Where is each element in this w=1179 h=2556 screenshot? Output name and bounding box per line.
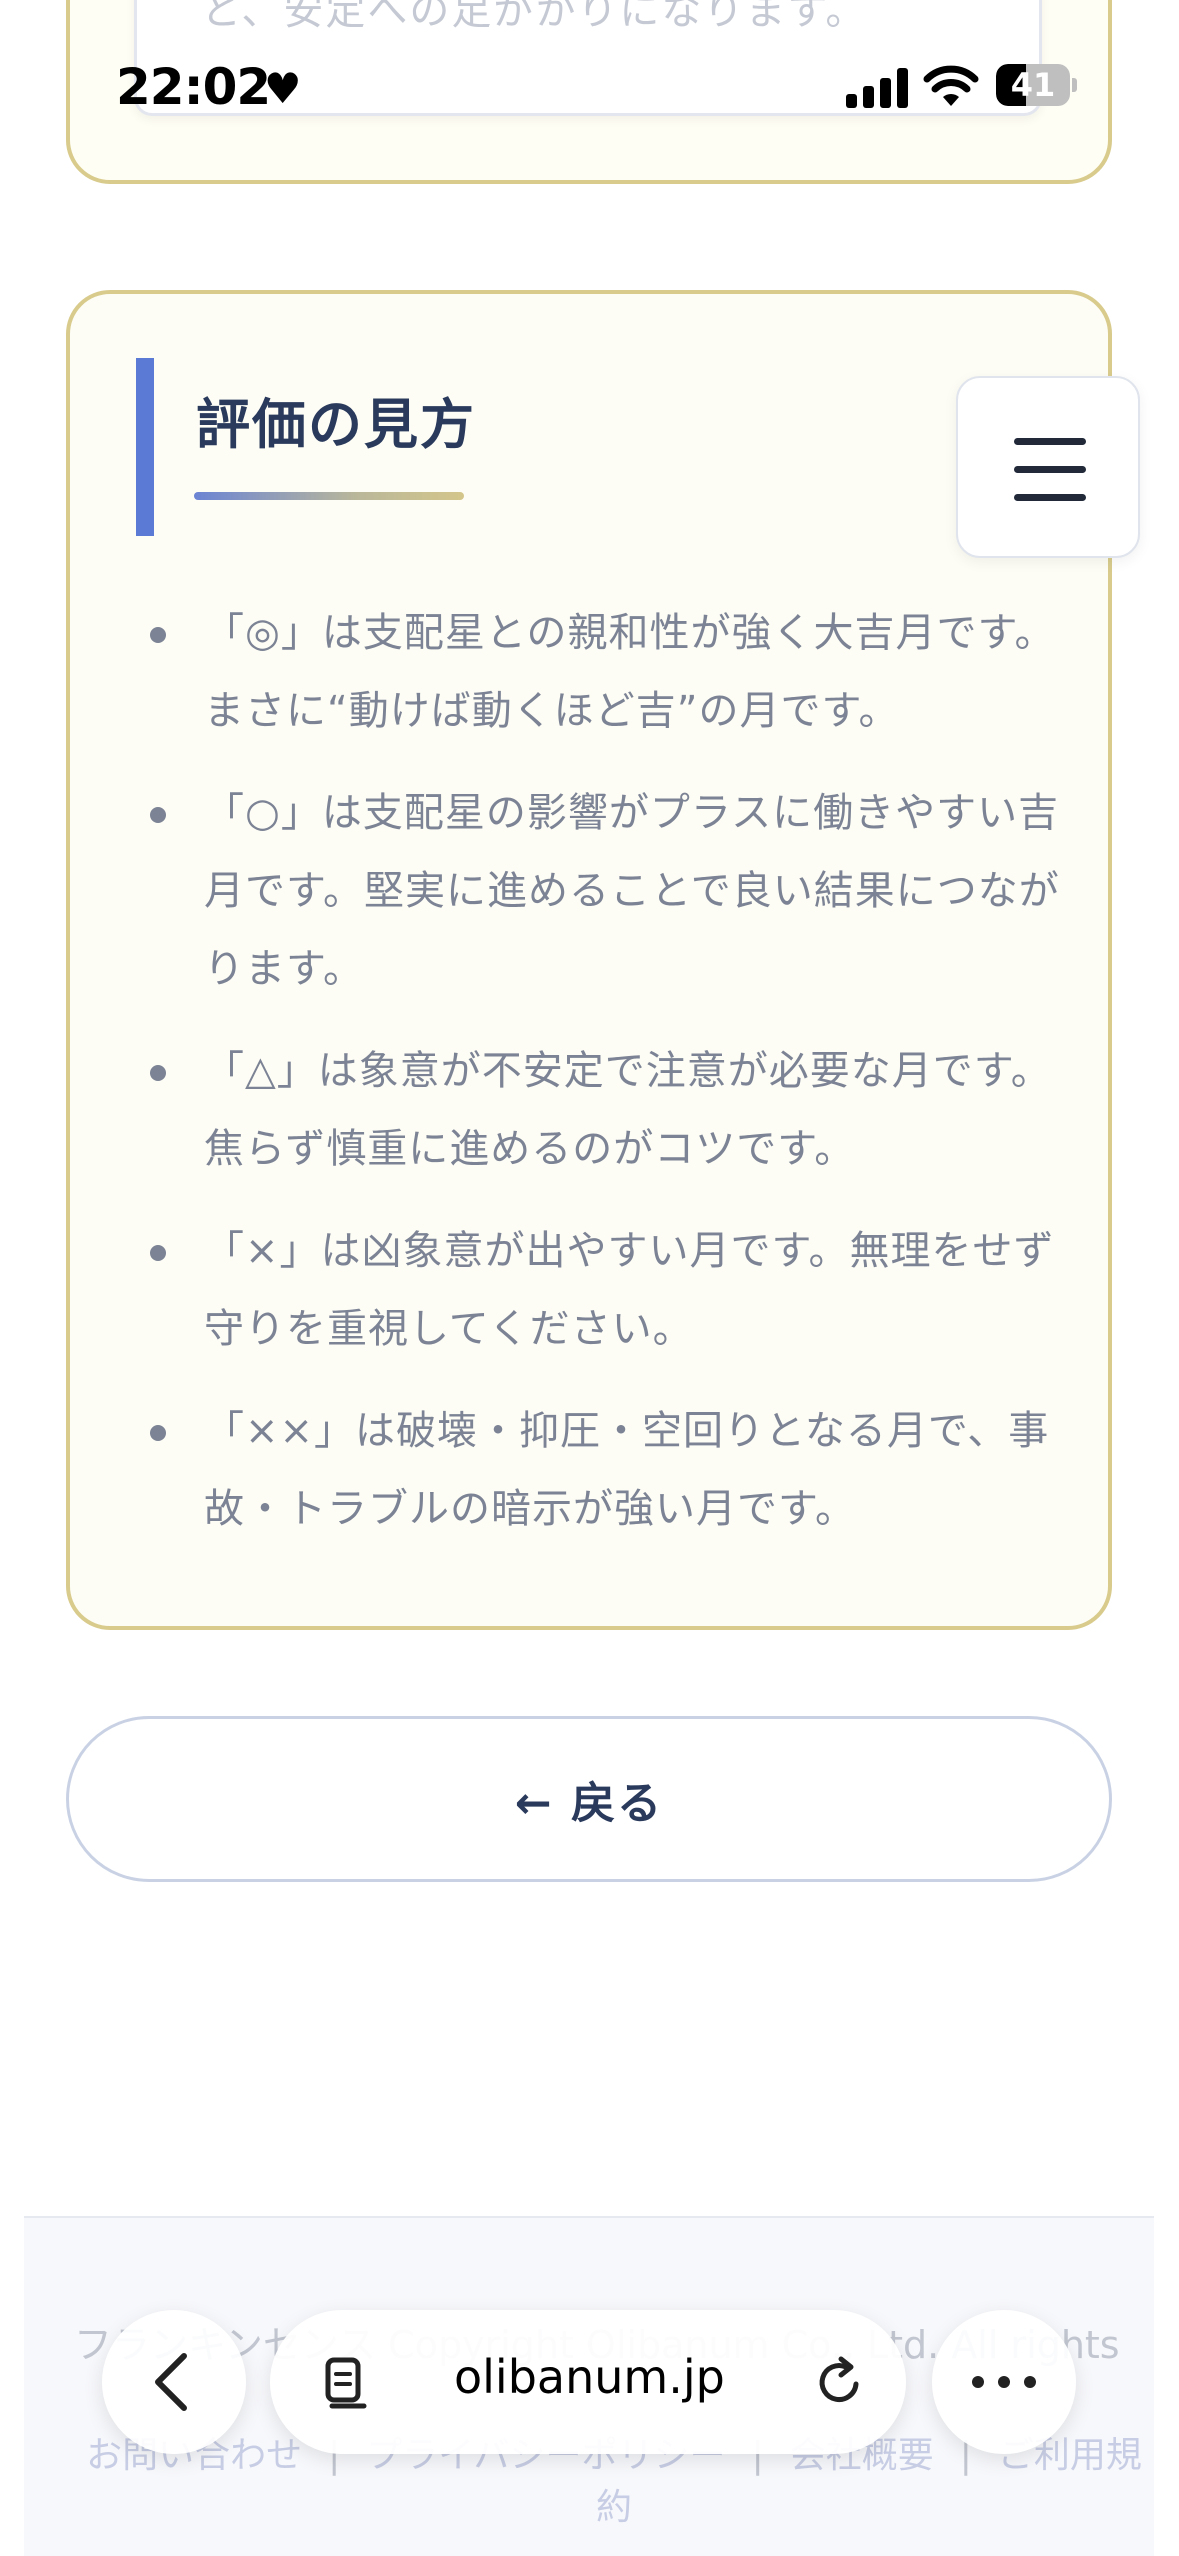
battery-level: 41 [1010,66,1056,104]
status-bar: 22:02 ♥ 41 [0,52,1179,124]
chevron-left-icon [155,2353,187,2411]
browser-back-button[interactable] [102,2310,246,2454]
address-bar[interactable]: olibanum.jp [270,2310,906,2454]
heart-icon: ♥ [264,64,302,113]
status-time: 22:02 [116,58,271,116]
title-accent-bar [136,358,154,536]
cellular-signal-icon [846,68,908,108]
hamburger-menu-button[interactable] [956,376,1140,558]
list-item: 「◎」は支配星との親和性が強く大吉月です。まさに“動けば動くほど吉”の月です。 [140,594,1060,750]
more-options-button[interactable] [932,2310,1076,2454]
wifi-icon [923,65,979,106]
list-item: 「××」は破壊・抑圧・空回りとなる月で、事故・トラブルの暗示が強い月です。 [140,1392,1060,1548]
back-button-label: ← 戻る [514,1778,664,1829]
list-item: 「△」は象意が不安定で注意が必要な月です。焦らず慎重に進めるのがコツです。 [140,1032,1060,1188]
back-button[interactable]: ← 戻る [66,1716,1112,1882]
section-title: 評価の見方 [196,393,476,456]
tabs-icon[interactable] [316,2352,376,2412]
list-item: 「×」は凶象意が出やすい月です。無理をせず守りを重視してください。 [140,1212,1060,1368]
title-underline [194,492,464,500]
battery-icon: 41 [996,64,1077,106]
list-item: 「○」は支配星の影響がプラスに働きやすい吉月です。堅実に進めることで良い結果につ… [140,774,1060,1008]
reload-icon[interactable] [810,2352,870,2412]
url-text: olibanum.jp [454,2350,725,2404]
evaluation-list: 「◎」は支配星との親和性が強く大吉月です。まさに“動けば動くほど吉”の月です。 … [140,594,1060,1572]
previous-card-text: と、安定への足がかりになります。 [201,0,868,34]
